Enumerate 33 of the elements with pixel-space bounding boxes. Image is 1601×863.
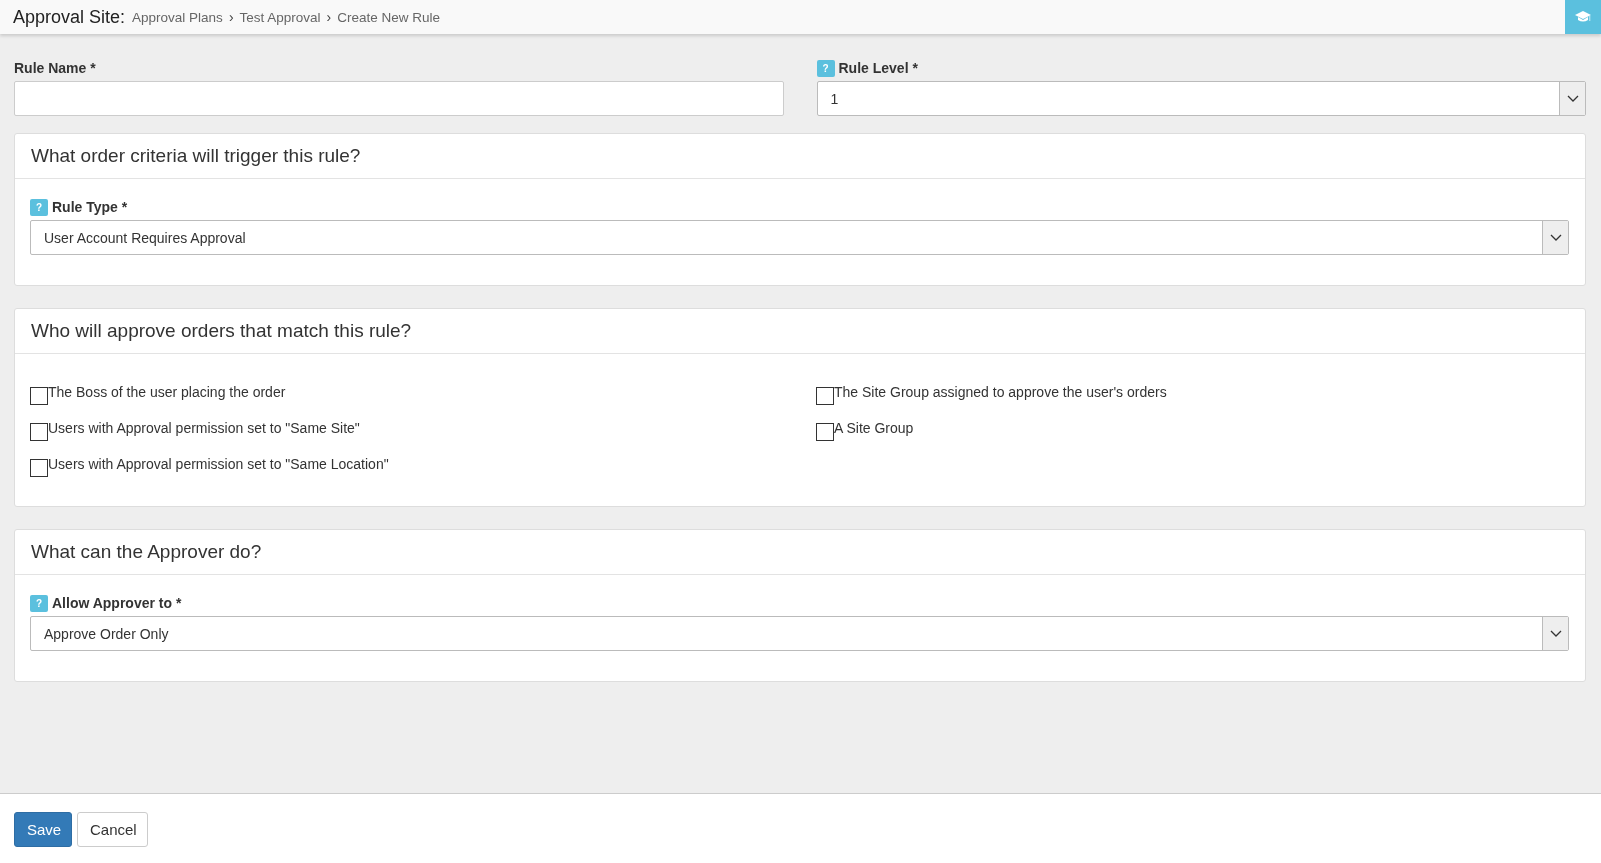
checkbox-label: The Boss of the user placing the order [48, 384, 286, 400]
panel-title: Who will approve orders that match this rule? [31, 320, 412, 342]
checkbox-label: The Site Group assigned to approve the user's orders [834, 384, 1167, 400]
panel-title: What order criteria will trigger this rule? [31, 145, 361, 167]
panel-title: What can the Approver do? [31, 541, 262, 563]
chevron-down-icon [1549, 233, 1562, 242]
field-label: Rule Name * [14, 60, 96, 76]
checkbox-label: Users with Approval permission set to "Same Location" [48, 456, 389, 472]
chevron-down-icon [1566, 94, 1579, 103]
breadcrumb-link[interactable]: Create New Rule [337, 9, 441, 25]
rule-level-dropdown[interactable]: 1 [816, 81, 1586, 116]
field-label: Allow Approver to * [52, 595, 182, 611]
checkbox[interactable] [816, 423, 834, 441]
checkbox[interactable] [816, 387, 834, 405]
dropdown-field[interactable]: Approve Order Only [30, 616, 1569, 651]
rule-name-field[interactable] [14, 81, 784, 116]
checkbox[interactable] [30, 423, 48, 441]
chevron-down-icon [1549, 629, 1562, 638]
checkbox-label: A Site Group [834, 420, 914, 436]
checkbox-label: Users with Approval permission set to "Same Site" [48, 420, 360, 436]
dropdown-field[interactable]: User Account Requires Approval [30, 220, 1569, 255]
graduation-cap-icon [1575, 11, 1591, 23]
breadcrumb-link[interactable]: Approval Plans [132, 9, 223, 25]
field-label: Rule Level * [838, 60, 918, 76]
save-button[interactable]: Save [14, 812, 72, 847]
breadcrumb-separator: › [228, 9, 234, 25]
breadcrumb-separator: › [326, 9, 332, 25]
cancel-button[interactable]: Cancel [77, 812, 148, 847]
breadcrumb-link[interactable]: Test Approval [239, 9, 321, 25]
field-label: Rule Type * [52, 199, 128, 215]
page-title: Approval Site: [13, 6, 126, 28]
checkbox[interactable] [30, 459, 48, 477]
checkbox[interactable] [30, 387, 48, 405]
